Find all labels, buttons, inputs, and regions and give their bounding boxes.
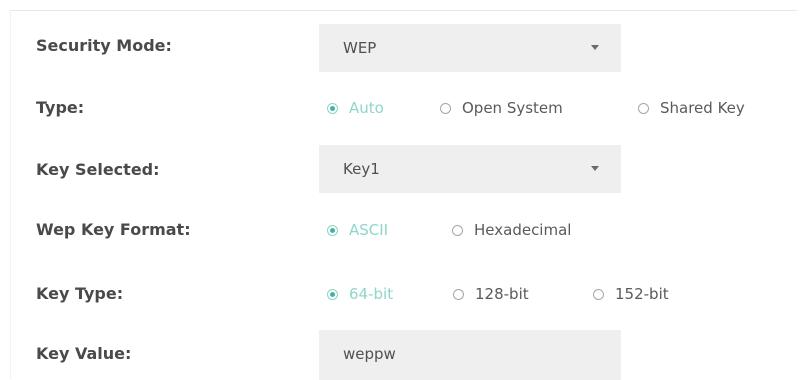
type-label: Type: xyxy=(36,98,85,117)
security-mode-label: Security Mode: xyxy=(36,36,172,55)
key-type-label: Key Type: xyxy=(36,284,124,303)
type-radio-shared-key[interactable]: Shared Key xyxy=(638,98,745,118)
type-option-label: Shared Key xyxy=(660,99,745,117)
security-mode-select[interactable]: WEP xyxy=(319,24,621,72)
key-type-radio-64-bit[interactable]: 64-bit xyxy=(327,284,393,304)
type-radio-open-system[interactable]: Open System xyxy=(440,98,563,118)
radio-selected-icon xyxy=(327,288,338,300)
wep-key-format-label: Wep Key Format: xyxy=(36,220,191,239)
radio-selected-icon xyxy=(327,224,338,236)
security-mode-value: WEP xyxy=(343,39,377,57)
radio-icon xyxy=(593,288,604,300)
key-selected-label: Key Selected: xyxy=(36,160,160,179)
type-option-label: Auto xyxy=(349,99,384,117)
type-radio-auto[interactable]: Auto xyxy=(327,98,384,118)
chevron-down-icon xyxy=(591,45,599,50)
radio-selected-icon xyxy=(327,102,338,114)
key-type-option-label: 128-bit xyxy=(475,285,529,303)
wep-key-format-radio-hexadecimal[interactable]: Hexadecimal xyxy=(452,220,571,240)
key-value-text: weppw xyxy=(343,345,396,363)
radio-icon xyxy=(452,224,463,236)
radio-icon xyxy=(440,102,451,114)
wep-key-format-option-label: ASCII xyxy=(349,221,389,239)
key-value-input[interactable]: weppw xyxy=(319,330,621,380)
chevron-down-icon xyxy=(591,166,599,171)
key-type-option-label: 152-bit xyxy=(615,285,669,303)
key-value-label: Key Value: xyxy=(36,344,132,363)
wep-key-format-radio-ascii[interactable]: ASCII xyxy=(327,220,388,240)
type-option-label: Open System xyxy=(462,99,563,117)
key-selected-value: Key1 xyxy=(343,160,380,178)
radio-icon xyxy=(638,102,649,114)
wep-key-format-option-label: Hexadecimal xyxy=(474,221,572,239)
key-selected-select[interactable]: Key1 xyxy=(319,145,621,193)
key-type-radio-152-bit[interactable]: 152-bit xyxy=(593,284,669,304)
radio-icon xyxy=(453,288,464,300)
key-type-radio-128-bit[interactable]: 128-bit xyxy=(453,284,529,304)
key-type-option-label: 64-bit xyxy=(349,285,394,303)
